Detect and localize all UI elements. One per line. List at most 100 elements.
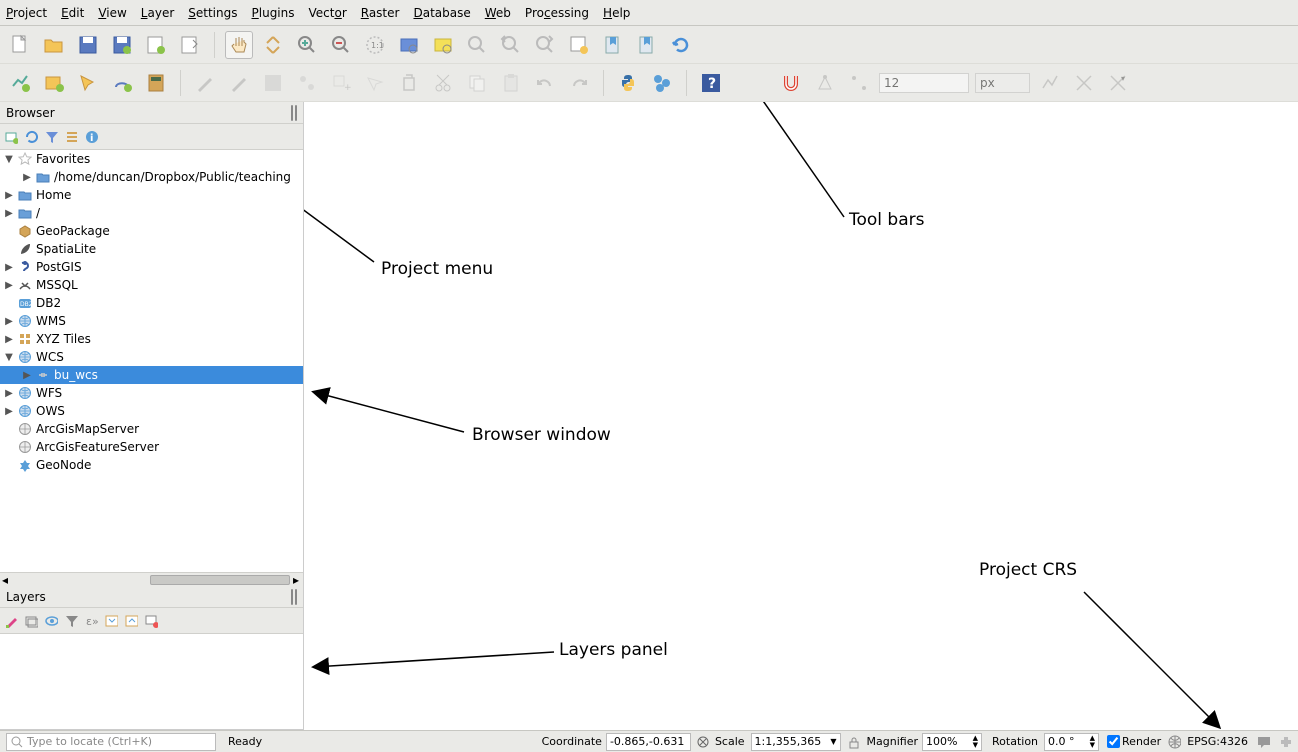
map-canvas[interactable]: Project menu Tool bars Browser window La… (304, 102, 1298, 730)
undo-button[interactable] (531, 69, 559, 97)
coord-input[interactable]: -0.865,-0.631 (606, 733, 691, 751)
tree-item[interactable]: ▶Home (0, 186, 303, 204)
topo-edit-button[interactable] (1036, 69, 1064, 97)
help-button[interactable]: ? (697, 69, 725, 97)
zoom-native-button[interactable]: 1:1 (361, 31, 389, 59)
tree-item[interactable]: ▶OWS (0, 402, 303, 420)
browser-undock-button[interactable] (291, 105, 293, 121)
save-as-button[interactable] (108, 31, 136, 59)
magnifier-input[interactable]: 100%▲▼ (922, 733, 982, 751)
crs-value[interactable]: EPSG:4326 (1187, 735, 1248, 748)
extents-icon[interactable] (695, 735, 709, 749)
new-virtual-button[interactable] (74, 69, 102, 97)
menu-settings[interactable]: Settings (188, 6, 237, 20)
tree-item[interactable]: GeoNode (0, 456, 303, 474)
zoom-out-button[interactable] (327, 31, 355, 59)
tree-item[interactable]: ▶PostGIS (0, 258, 303, 276)
snap-segment-button[interactable] (845, 69, 873, 97)
new-project-button[interactable] (6, 31, 34, 59)
cut-button[interactable] (429, 69, 457, 97)
rotation-input[interactable]: 0.0 °▲▼ (1044, 733, 1099, 751)
add-vector-button[interactable] (6, 69, 34, 97)
menu-database[interactable]: Database (413, 6, 470, 20)
filter-legend-icon[interactable] (64, 614, 78, 628)
style-icon[interactable] (4, 614, 18, 628)
move-feature-button[interactable]: + (327, 69, 355, 97)
snap-vertex-button[interactable] (811, 69, 839, 97)
remove-layer-icon[interactable] (144, 614, 158, 628)
paste-button[interactable] (497, 69, 525, 97)
self-snap-button[interactable]: ▾ (1104, 69, 1132, 97)
tree-item[interactable]: SpatiaLite (0, 240, 303, 258)
print-layout-button[interactable] (142, 31, 170, 59)
menu-view[interactable]: View (98, 6, 126, 20)
new-layer-button[interactable] (40, 69, 68, 97)
menu-edit[interactable]: Edit (61, 6, 84, 20)
tree-item[interactable]: ▶/ (0, 204, 303, 222)
menu-layer[interactable]: Layer (141, 6, 174, 20)
tree-item[interactable]: ▶bu_wcs (0, 366, 303, 384)
tree-item[interactable]: GeoPackage (0, 222, 303, 240)
tree-item[interactable]: ▶WFS (0, 384, 303, 402)
collapse-all-icon[interactable] (124, 614, 138, 628)
refresh-icon[interactable] (24, 130, 38, 144)
layers-panel-body[interactable] (0, 634, 303, 730)
menu-vector[interactable]: Vector (309, 6, 347, 20)
node-tool-button[interactable] (361, 69, 389, 97)
layers-close-button[interactable] (295, 589, 297, 605)
zoom-to-selection-button[interactable] (429, 31, 457, 59)
tree-item[interactable]: ▶/home/duncan/Dropbox/Public/teaching (0, 168, 303, 186)
crs-icon[interactable] (1167, 735, 1181, 749)
add-group-icon[interactable] (24, 614, 38, 628)
save-project-button[interactable] (74, 31, 102, 59)
redo-button[interactable] (565, 69, 593, 97)
edits-button[interactable] (191, 69, 219, 97)
open-project-button[interactable] (40, 31, 68, 59)
lock-scale-icon[interactable] (847, 735, 861, 749)
tree-item[interactable]: ArcGisMapServer (0, 420, 303, 438)
browser-close-button[interactable] (295, 105, 297, 121)
tree-item[interactable]: ▼WCS (0, 348, 303, 366)
zoom-in-button[interactable] (293, 31, 321, 59)
zoom-next-button[interactable] (531, 31, 559, 59)
snap-intersection-button[interactable] (1070, 69, 1098, 97)
new-bookmark-button[interactable] (599, 31, 627, 59)
messages-icon[interactable] (1256, 735, 1270, 749)
browser-tree[interactable]: ▼Favorites▶/home/duncan/Dropbox/Public/t… (0, 150, 303, 572)
locator-input[interactable]: Type to locate (Ctrl+K) (6, 733, 216, 751)
menu-raster[interactable]: Raster (361, 6, 400, 20)
toggle-edit-button[interactable] (225, 69, 253, 97)
tree-item[interactable]: ▼Favorites (0, 150, 303, 168)
save-edits-button[interactable] (259, 69, 287, 97)
layout-manager-button[interactable] (176, 31, 204, 59)
copy-button[interactable] (463, 69, 491, 97)
tree-item[interactable]: ▶WMS (0, 312, 303, 330)
render-checkbox[interactable] (1107, 735, 1120, 748)
pan-to-selection-button[interactable] (259, 31, 287, 59)
refresh-button[interactable] (667, 31, 695, 59)
add-feature-button[interactable] (293, 69, 321, 97)
tree-item[interactable]: DB2DB2 (0, 294, 303, 312)
layers-undock-button[interactable] (291, 589, 293, 605)
show-bookmarks-button[interactable] (633, 31, 661, 59)
scale-input[interactable]: 1:1,355,365▼ (751, 733, 841, 751)
zoom-to-layer-button[interactable] (463, 31, 491, 59)
collapse-icon[interactable] (64, 130, 78, 144)
calculator-button[interactable] (142, 69, 170, 97)
pan-button[interactable] (225, 31, 253, 59)
tree-item[interactable]: ▶MSSQL (0, 276, 303, 294)
new-memory-button[interactable] (108, 69, 136, 97)
tree-item[interactable]: ▶XYZ Tiles (0, 330, 303, 348)
expression-icon[interactable]: ε» (84, 614, 98, 628)
processing-button[interactable] (648, 69, 676, 97)
tolerance-unit[interactable]: px (975, 73, 1030, 93)
menu-processing[interactable]: Processing (525, 6, 589, 20)
menu-project[interactable]: Project (6, 6, 47, 20)
add-layer-icon[interactable] (4, 130, 18, 144)
zoom-full-button[interactable] (395, 31, 423, 59)
tolerance-input[interactable]: 12 (879, 73, 969, 93)
zoom-last-button[interactable] (497, 31, 525, 59)
delete-button[interactable] (395, 69, 423, 97)
menu-web[interactable]: Web (485, 6, 511, 20)
properties-icon[interactable]: i (84, 130, 98, 144)
